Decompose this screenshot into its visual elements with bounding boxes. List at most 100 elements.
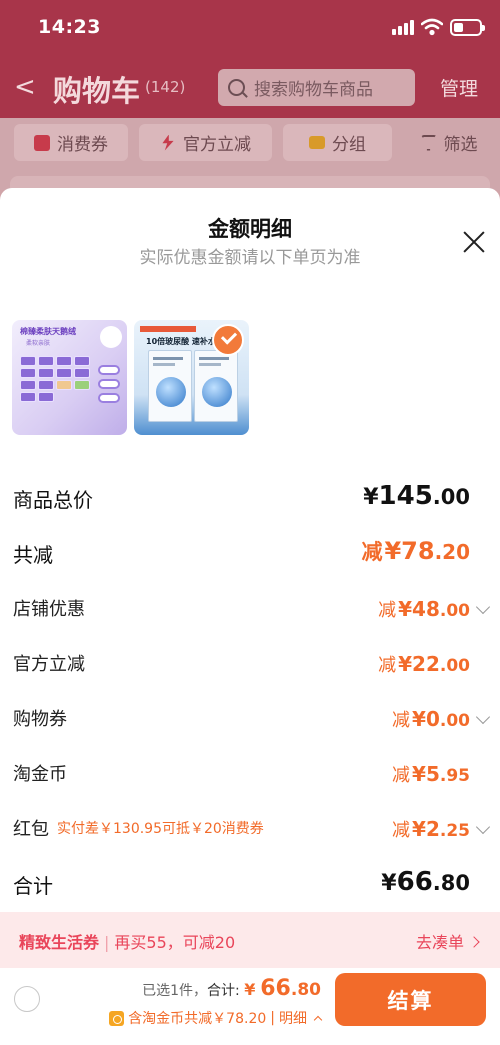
pack-shape	[38, 392, 54, 402]
pack-shape	[20, 392, 36, 402]
row-label: 红包	[13, 819, 49, 840]
chip-coupon[interactable]: 消费券	[14, 124, 128, 161]
row-label: 合计	[13, 874, 53, 898]
sheet-title: 金额明细	[208, 217, 292, 241]
folder-icon	[309, 136, 325, 149]
search-icon	[228, 79, 245, 96]
hongbao-note: 实付差￥130.95可抵￥20消费券	[57, 821, 264, 837]
row-value: 减 ¥0.00	[392, 707, 470, 731]
promo-detail: 再买55，可减20	[114, 933, 236, 952]
status-time: 14:23	[38, 16, 101, 38]
pack-shape	[74, 380, 90, 390]
taojinbi-icon	[109, 1010, 125, 1026]
row-label: 共减	[13, 543, 53, 567]
chip-filter-label: 筛选	[443, 135, 478, 155]
product-thumbnail-tissue[interactable]: 棉臻柔肤天鹅绒 柔软亲肤	[12, 320, 127, 435]
coupon-icon	[34, 134, 50, 151]
pack-shape	[38, 368, 54, 378]
chip-official-discount[interactable]: 官方立减	[139, 124, 272, 161]
row-value: ¥66.80	[381, 867, 470, 897]
promo-name: 精致生活券	[19, 933, 100, 952]
chip-group[interactable]: 分组	[283, 124, 392, 161]
chevron-up-icon[interactable]	[313, 1015, 323, 1024]
chip-filter[interactable]: 筛选	[403, 124, 495, 161]
selected-count: 已选1件，	[142, 983, 208, 999]
row-value: 减 ¥22.00	[378, 652, 470, 676]
row-official-discount: 官方立减 减 ¥22.00	[0, 650, 500, 690]
gold-discount-summary[interactable]: 含淘金币共减￥78.20 | 明细	[109, 1008, 323, 1028]
selection-summary: 已选1件，合计: ¥ 66.80	[142, 976, 321, 1001]
thumb-feature-list	[98, 365, 122, 405]
row-value: ¥145.00	[363, 481, 470, 511]
search-placeholder: 搜索购物车商品	[254, 80, 373, 100]
chevron-down-icon[interactable]	[475, 819, 491, 835]
close-icon[interactable]	[462, 230, 486, 254]
checkout-button[interactable]: 结算	[335, 973, 486, 1026]
row-total-discount: 共减 减¥78.20	[0, 537, 500, 579]
row-value: 减 ¥2.25	[392, 817, 470, 841]
chevron-down-icon[interactable]	[475, 709, 491, 725]
promo-banner[interactable]: 精致生活券 | 再买55，可减20 去凑单	[0, 912, 500, 968]
row-label: 店铺优惠	[13, 599, 85, 620]
pack-shape	[20, 356, 36, 366]
chevron-down-icon[interactable]	[475, 599, 491, 615]
manage-button[interactable]: 管理	[440, 74, 478, 101]
thumb-text: 棉臻柔肤天鹅绒	[20, 327, 76, 336]
row-label: 商品总价	[13, 488, 93, 512]
thumb-subtext: 柔软亲肤	[26, 340, 51, 347]
chip-official-label: 官方立减	[183, 135, 251, 155]
row-value: 减¥78.20	[361, 537, 470, 565]
mask-box	[148, 350, 192, 422]
row-label: 淘金币	[13, 764, 67, 785]
sheet-subtitle: 实际优惠金额请以下单页为准	[139, 248, 361, 268]
pack-shape	[56, 380, 72, 390]
row-label: 官方立减	[13, 654, 85, 675]
back-icon[interactable]: <	[14, 72, 36, 102]
separator: |	[270, 1010, 275, 1026]
row-taojinbi: 淘金币 减 ¥5.95	[0, 760, 500, 800]
row-total-price: 商品总价 ¥145.00	[0, 481, 500, 524]
amount-detail-sheet: 金额明细 实际优惠金额请以下单页为准 棉臻柔肤天鹅绒 柔软亲肤 10倍玻尿酸 速…	[0, 188, 500, 1045]
select-all-radio[interactable]	[14, 986, 40, 1012]
row-grand-total: 合计 ¥66.80	[0, 867, 500, 910]
battery-icon	[450, 19, 485, 36]
thumb-band	[140, 326, 196, 332]
signal-icon	[392, 20, 414, 35]
cart-nav-bar: < 购物车 (142) 搜索购物车商品 管理	[0, 62, 500, 112]
search-input[interactable]: 搜索购物车商品	[218, 69, 415, 106]
detail-toggle[interactable]: 明细	[279, 1008, 307, 1028]
pack-shape	[20, 380, 36, 390]
thumb-text: 10倍玻尿酸 速补水	[146, 337, 216, 346]
cart-count: (142)	[145, 78, 186, 96]
total-amount: ¥ 66.80	[244, 976, 321, 1001]
row-label: 购物券	[13, 709, 67, 730]
row-value: 减 ¥48.00	[378, 597, 470, 621]
product-thumbnail-mask[interactable]: 10倍玻尿酸 速补水	[134, 320, 249, 435]
wifi-icon	[421, 18, 443, 36]
row-shopping-coupon[interactable]: 购物券 减 ¥0.00	[0, 705, 500, 745]
pack-shape	[38, 356, 54, 366]
page-title: 购物车	[53, 74, 141, 108]
pack-shape	[20, 368, 36, 378]
lightning-icon	[162, 134, 174, 151]
row-hongbao[interactable]: 红包 实付差￥130.95可抵￥20消费券 减 ¥2.25	[0, 815, 500, 855]
chip-coupon-label: 消费券	[57, 135, 108, 155]
go-add-items-link[interactable]: 去凑单	[416, 929, 478, 953]
status-bar: 14:23	[0, 0, 500, 56]
promo-text: 精致生活券 | 再买55，可减20	[19, 933, 236, 952]
pack-shape	[56, 368, 72, 378]
checkout-bar: 已选1件，合计: ¥ 66.80 含淘金币共减￥78.20 | 明细 结算	[0, 968, 500, 1045]
selected-check-icon[interactable]	[212, 324, 244, 356]
mask-box	[194, 350, 238, 422]
row-store-discount[interactable]: 店铺优惠 减 ¥48.00	[0, 595, 500, 635]
pack-shape	[74, 368, 90, 378]
row-value: 减 ¥5.95	[392, 762, 470, 786]
filter-icon	[420, 134, 437, 151]
chip-group-label: 分组	[332, 135, 366, 155]
gold-discount-text: 含淘金币共减￥78.20	[128, 1011, 267, 1027]
thumb-badge	[100, 326, 122, 348]
pack-shape	[74, 356, 90, 366]
total-label: 合计:	[207, 983, 240, 999]
pack-shape	[56, 356, 72, 366]
pack-shape	[38, 380, 54, 390]
